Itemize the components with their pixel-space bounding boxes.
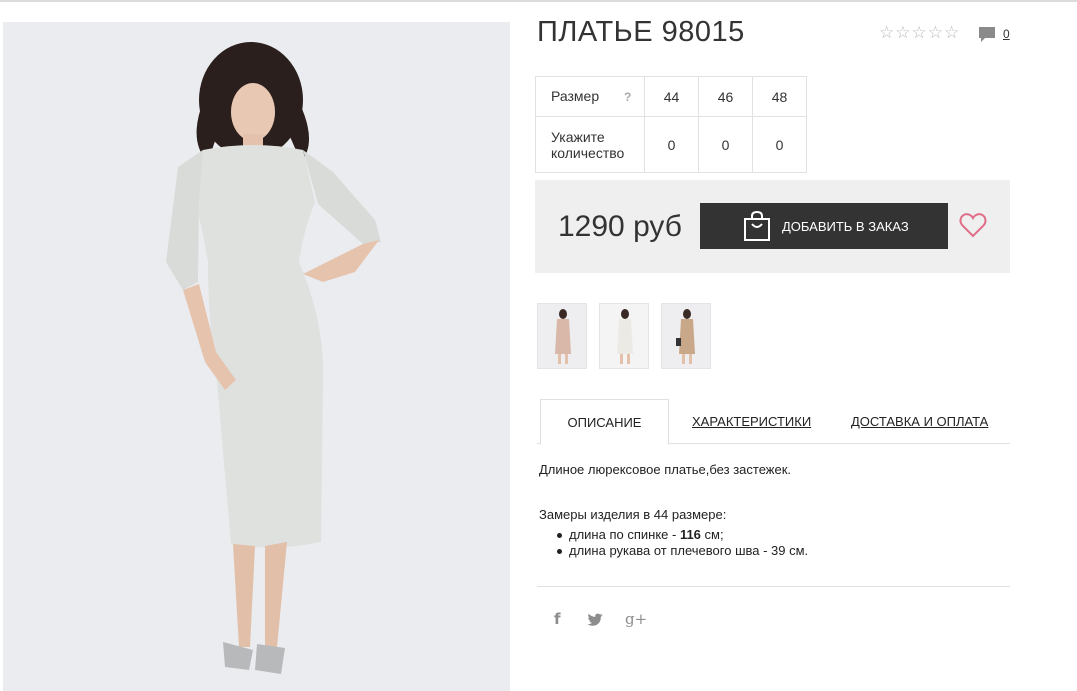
shopping-bag-icon [744,210,770,241]
list-item: длина рукава от плечевого шва - 39 см. [557,543,808,559]
top-divider [0,0,1077,2]
quantity-input-44[interactable]: 0 [644,116,699,173]
size-option-44[interactable]: 44 [644,76,699,117]
main-product-photo[interactable] [3,22,510,691]
facebook-icon[interactable]: f [554,610,561,628]
star-icon[interactable]: ☆ [912,24,927,41]
size-quantity-table: Размер ? 44 46 48 Укажите количество 0 0… [535,76,807,173]
measure-suffix: см; [700,527,724,542]
measurements-list: длина по спинке - 116 см; длина рукава о… [557,527,808,559]
divider [537,586,1010,587]
comment-icon[interactable] [978,26,996,44]
star-icon[interactable]: ☆ [879,24,894,41]
size-label-cell: Размер ? [535,76,645,117]
tab-delivery-payment[interactable]: ДОСТАВКА И ОПЛАТА [851,399,988,444]
rating-stars[interactable]: ☆ ☆ ☆ ☆ ☆ [879,24,959,41]
twitter-icon[interactable] [587,613,603,627]
tab-characteristics[interactable]: ХАРАКТЕРИСТИКИ [692,399,811,444]
heart-icon[interactable] [959,211,987,239]
thumbnail-white[interactable] [599,303,649,369]
size-option-48[interactable]: 48 [752,76,807,117]
measure-value: 116 [679,527,701,542]
star-icon[interactable]: ☆ [944,24,959,41]
list-item: длина по спинке - 116 см; [557,527,808,543]
add-to-order-button[interactable]: ДОБАВИТЬ В ЗАКАЗ [700,203,948,249]
price: 1290 руб [558,210,682,243]
tab-description[interactable]: ОПИСАНИЕ [540,399,669,445]
quantity-label: Укажите количество [535,116,645,173]
thumbnail-beige[interactable] [661,303,711,369]
quantity-input-48[interactable]: 0 [752,116,807,173]
thumbnail-pink[interactable] [537,303,587,369]
comment-count-link[interactable]: 0 [1003,27,1010,41]
size-label: Размер [551,88,600,104]
quantity-input-46[interactable]: 0 [698,116,753,173]
star-icon[interactable]: ☆ [928,24,943,41]
product-tabs: ОПИСАНИЕ ХАРАКТЕРИСТИКИ ДОСТАВКА И ОПЛАТ… [537,399,1010,445]
measurements-heading: Замеры изделия в 44 размере: [539,507,727,522]
thumbnail-gallery [537,303,711,369]
description-text: Длиное люрексовое платье,без застежек. [539,462,792,477]
measure-label: длина по спинке - [569,527,680,542]
product-title: ПЛАТЬЕ 98015 [537,16,745,48]
add-to-order-label: ДОБАВИТЬ В ЗАКАЗ [782,218,909,234]
measure-label: длина рукава от плечевого шва - 39 см. [569,543,809,558]
size-option-46[interactable]: 46 [698,76,753,117]
google-plus-icon[interactable]: g+ [625,610,647,628]
buy-box: 1290 руб ДОБАВИТЬ В ЗАКАЗ [535,180,1010,273]
size-help-icon[interactable]: ? [624,89,631,105]
star-icon[interactable]: ☆ [895,24,910,41]
